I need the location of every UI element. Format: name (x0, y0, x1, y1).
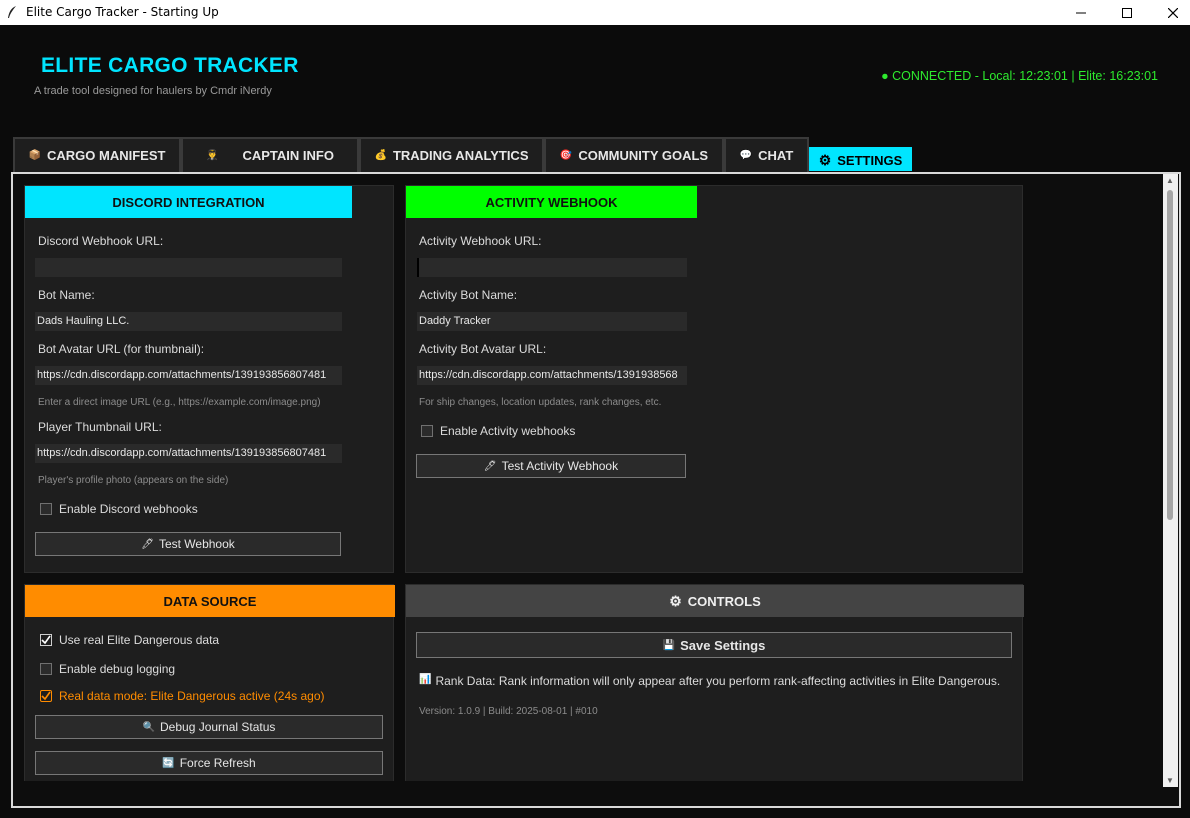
money-bag-icon: 💰 (374, 150, 387, 161)
tab-captain-info[interactable]: 👨‍✈️ CAPTAIN INFO (181, 137, 359, 172)
button-label: Force Refresh (179, 756, 256, 770)
maximize-button[interactable] (1104, 0, 1150, 25)
target-icon: 🎯 (559, 150, 573, 161)
discord-webhook-label: Discord Webhook URL: (38, 234, 164, 248)
discord-panel: DISCORD INTEGRATION Discord Webhook URL:… (24, 185, 394, 573)
tab-cargo-manifest[interactable]: 📦 CARGO MANIFEST (13, 137, 181, 172)
feather-app-icon (6, 5, 18, 19)
gear-icon: ⚙ (669, 592, 682, 609)
settings-content: DISCORD INTEGRATION Discord Webhook URL:… (11, 172, 1181, 808)
scrollbar-thumb[interactable] (1167, 190, 1173, 520)
gear-icon: ⚙ (818, 151, 832, 168)
controls-panel: ⚙ CONTROLS 💾 Save Settings 📊 Rank Data: … (405, 584, 1024, 781)
button-label: Debug Journal Status (160, 720, 276, 734)
tab-community-goals[interactable]: 🎯 COMMUNITY GOALS (544, 137, 724, 172)
close-icon (1168, 7, 1178, 18)
checkbox-box[interactable] (40, 503, 52, 515)
activity-webhook-label: Activity Webhook URL: (419, 234, 542, 248)
scroll-up-icon[interactable]: ▲ (1166, 176, 1174, 185)
activity-bot-name-label: Activity Bot Name: (419, 288, 518, 302)
app-subtitle: A trade tool designed for haulers by Cmd… (34, 85, 272, 97)
version-info: Version: 1.0.9 | Build: 2025-08-01 | #01… (419, 706, 598, 717)
test-activity-webhook-button[interactable]: 🖊 Test Activity Webhook (416, 454, 686, 478)
close-button[interactable] (1150, 0, 1190, 25)
info-icon: 📊 (419, 674, 432, 685)
checkbox-label: Use real Elite Dangerous data (59, 633, 220, 647)
enable-discord-checkbox[interactable]: Enable Discord webhooks (40, 502, 198, 516)
minimize-icon (1076, 12, 1086, 13)
rank-note: 📊 Rank Data: Rank information will only … (419, 674, 1000, 688)
test-webhook-button[interactable]: 🖊 Test Webhook (35, 532, 341, 556)
scroll-down-icon[interactable]: ▼ (1166, 776, 1174, 785)
activity-bot-avatar-label: Activity Bot Avatar URL: (419, 342, 547, 356)
activity-hint: For ship changes, location updates, rank… (419, 397, 662, 408)
activity-bot-avatar-input[interactable]: https://cdn.discordapp.com/attachments/1… (417, 366, 687, 385)
tab-label: SETTINGS (837, 152, 903, 168)
rank-note-text: Rank Data: Rank information will only ap… (435, 674, 1001, 688)
minimize-button[interactable] (1058, 0, 1104, 25)
tab-label: CHAT (758, 148, 794, 163)
checkbox-checked[interactable] (40, 634, 52, 646)
player-thumbnail-label: Player Thumbnail URL: (38, 420, 162, 434)
captain-icon: 👨‍✈️ (206, 150, 219, 161)
bot-name-label: Bot Name: (38, 288, 95, 302)
cargo-box-icon: 📦 (28, 150, 41, 161)
discord-heading: DISCORD INTEGRATION (25, 186, 352, 218)
bot-avatar-label: Bot Avatar URL (for thumbnail): (38, 342, 205, 356)
chat-bubble-icon: 💬 (739, 150, 753, 161)
app-window: ELITE CARGO TRACKER A trade tool designe… (0, 25, 1190, 818)
activity-heading: ACTIVITY WEBHOOK (406, 186, 697, 218)
vertical-scrollbar[interactable]: ▲ ▼ (1163, 174, 1178, 787)
bot-avatar-hint: Enter a direct image URL (e.g., https://… (38, 397, 321, 408)
bot-avatar-input[interactable]: https://cdn.discordapp.com/attachments/1… (35, 366, 342, 385)
enable-activity-checkbox[interactable]: Enable Activity webhooks (421, 424, 575, 438)
debug-journal-button[interactable]: 🔍 Debug Journal Status (35, 715, 383, 739)
discord-webhook-input[interactable] (35, 258, 342, 277)
player-thumbnail-input[interactable]: https://cdn.discordapp.com/attachments/1… (35, 444, 342, 463)
status-text: Real data mode: Elite Dangerous active (… (59, 689, 325, 703)
activity-bot-name-input[interactable]: Daddy Tracker (417, 312, 687, 331)
button-label: Save Settings (680, 637, 766, 653)
checkmark-icon (41, 635, 51, 645)
pencil-icon: 🖊 (141, 538, 154, 550)
save-settings-button[interactable]: 💾 Save Settings (416, 632, 1012, 658)
window-titlebar: Elite Cargo Tracker - Starting Up (0, 0, 1190, 25)
bot-name-input[interactable]: Dads Hauling LLC. (35, 312, 342, 331)
refresh-icon: 🔄 (162, 757, 175, 769)
data-source-heading: DATA SOURCE (25, 585, 395, 617)
button-label: Test Activity Webhook (501, 459, 619, 473)
tab-label: CAPTAIN INFO (242, 148, 334, 163)
magnifier-icon: 🔍 (142, 721, 156, 733)
checkbox-label: Enable debug logging (59, 662, 176, 676)
controls-heading-bar: ⚙ CONTROLS (406, 585, 1024, 617)
connection-status: ● CONNECTED - Local: 12:23:01 | Elite: 1… (881, 69, 1158, 83)
tab-settings[interactable]: ⚙ SETTINGS (809, 147, 912, 171)
app-title: ELITE CARGO TRACKER (41, 54, 299, 77)
debug-logging-checkbox[interactable]: Enable debug logging (40, 662, 175, 676)
controls-heading: CONTROLS (687, 593, 761, 609)
button-label: Test Webhook (158, 537, 235, 551)
pencil-icon: 🖊 (483, 460, 497, 472)
data-source-panel: DATA SOURCE Use real Elite Dangerous dat… (24, 584, 395, 781)
checkbox-box[interactable] (421, 425, 433, 437)
real-data-status: Real data mode: Elite Dangerous active (… (40, 689, 324, 703)
floppy-disk-icon: 💾 (662, 639, 676, 651)
checkbox-label: Enable Activity webhooks (440, 424, 576, 438)
activity-panel: ACTIVITY WEBHOOK Activity Webhook URL: A… (405, 185, 1023, 573)
maximize-icon (1122, 7, 1132, 18)
tab-chat[interactable]: 💬 CHAT (724, 137, 809, 172)
activity-webhook-input[interactable] (417, 258, 687, 277)
use-real-data-checkbox[interactable]: Use real Elite Dangerous data (40, 633, 219, 647)
tab-label: COMMUNITY GOALS (578, 148, 709, 163)
player-thumbnail-hint: Player's profile photo (appears on the s… (38, 475, 229, 486)
force-refresh-button[interactable]: 🔄 Force Refresh (35, 751, 383, 775)
checkbox-box[interactable] (40, 663, 52, 675)
tab-trading-analytics[interactable]: 💰 TRADING ANALYTICS (359, 137, 544, 172)
check-status-icon (40, 690, 52, 702)
tab-label: CARGO MANIFEST (47, 148, 166, 163)
window-title: Elite Cargo Tracker - Starting Up (26, 5, 219, 19)
tab-label: TRADING ANALYTICS (392, 148, 529, 163)
checkbox-label: Enable Discord webhooks (59, 502, 198, 516)
